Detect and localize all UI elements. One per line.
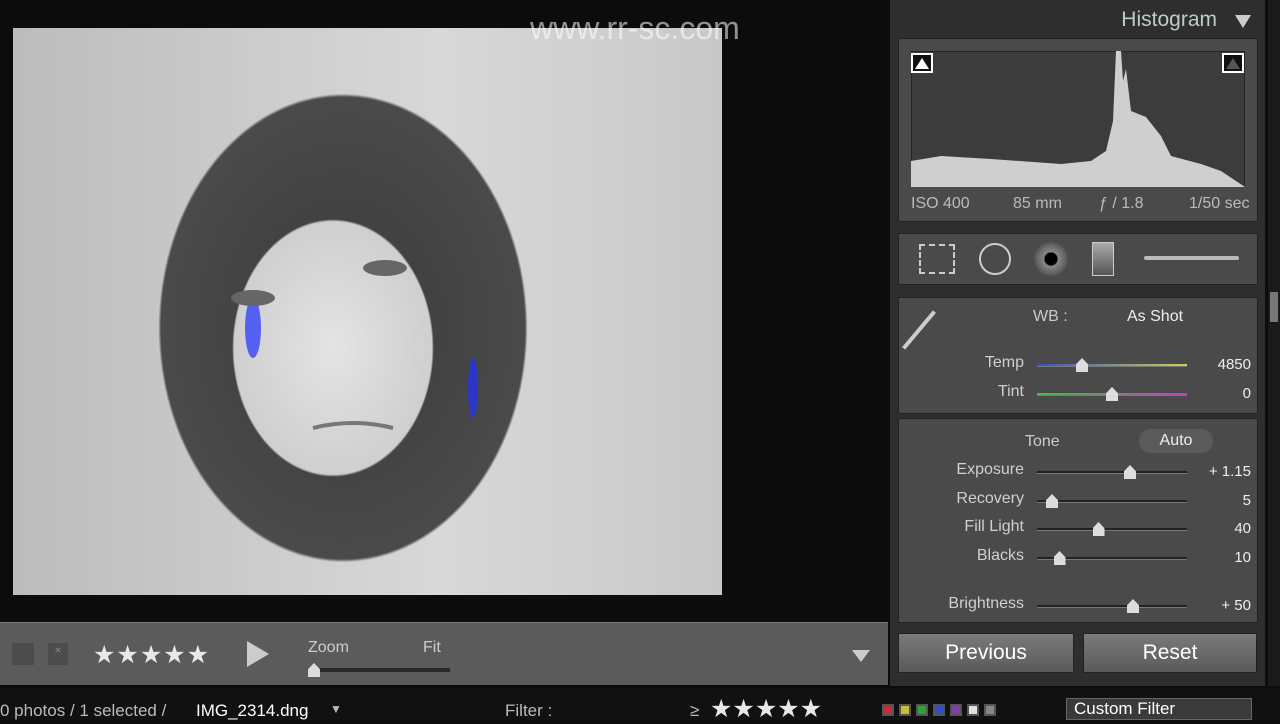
watermark-url: www.rr-sc.com [530,10,740,46]
fill-light-label: Fill Light [964,518,1024,535]
filename[interactable]: IMG_2314.dng [196,701,308,721]
reset-button[interactable]: Reset [1083,633,1257,673]
color-label-filter[interactable] [916,704,928,716]
filmstrip-bar: 0 photos / 1 selected / IMG_2314.dng ▼ F… [0,688,1280,723]
loupe-toolbar: × ★★★★★ Zoom Fit [0,622,888,685]
custom-filter-select[interactable]: Custom Filter [1066,698,1252,720]
recovery-slider[interactable] [1037,494,1187,508]
auto-tone-button[interactable]: Auto [1139,429,1213,453]
tool-strip [898,233,1258,285]
collapse-triangle-icon[interactable] [1235,15,1251,28]
play-slideshow-icon[interactable] [247,641,269,667]
tone-label: Tone [1025,433,1060,450]
tint-slider-thumb[interactable] [1106,387,1118,401]
color-label-filter[interactable] [967,704,979,716]
temp-label: Temp [984,354,1024,371]
blacks-value[interactable]: 10 [1181,549,1251,566]
histogram-title[interactable]: Histogram [1121,8,1217,32]
brightness-slider[interactable] [1037,599,1187,613]
photo-preview[interactable] [13,28,722,595]
recovery-label: Recovery [956,490,1024,507]
focal-length-info: 85 mm [1013,195,1062,212]
adjustment-brush-icon[interactable] [1144,256,1239,260]
exposure-slider[interactable] [1037,465,1187,479]
blacks-label: Blacks [976,547,1024,564]
previous-button[interactable]: Previous [898,633,1074,673]
develop-right-panel: Histogram ISO 400 85 mm ƒ / 1.8 1/50 sec… [890,0,1265,686]
color-label-filter[interactable] [984,704,996,716]
fill-light-value[interactable]: 40 [1181,520,1251,537]
portrait-image [231,260,478,430]
crop-overlay-icon[interactable] [919,244,955,274]
tone-section: Tone Auto Exposure + 1.15 Recovery 5 Fil… [898,418,1258,623]
graduated-filter-icon[interactable] [1092,242,1114,276]
brightness-slider-thumb[interactable] [1127,599,1139,613]
reject-flag-icon[interactable]: × [48,643,68,665]
blacks-slider[interactable] [1037,551,1187,565]
color-label-filter[interactable] [933,704,945,716]
toolbar-menu-chevron-icon[interactable] [852,650,870,662]
tint-slider[interactable] [1037,387,1187,401]
white-balance-section: WB : As Shot Temp 4850 Tint 0 [898,297,1258,414]
exposure-label: Exposure [956,461,1024,478]
histogram-graph[interactable] [911,51,1245,187]
wb-select[interactable]: As Shot [1127,308,1183,326]
color-label-filter[interactable] [899,704,911,716]
exposure-slider-thumb[interactable] [1124,465,1136,479]
aperture-info: ƒ / 1.8 [1099,195,1144,212]
brightness-label: Brightness [948,595,1024,612]
fit-label: Fit [423,639,441,656]
temp-slider-thumb[interactable] [1076,358,1088,372]
color-label-filter[interactable] [950,704,962,716]
rating-stars[interactable]: ★★★★★ [93,640,210,670]
fill-light-slider[interactable] [1037,522,1187,536]
color-label-filters [882,704,996,716]
flag-icon[interactable] [12,643,34,665]
tint-value[interactable]: 0 [1181,385,1251,402]
temp-slider[interactable] [1037,358,1187,372]
wb-eyedropper-icon[interactable] [902,310,936,350]
zoom-label: Zoom [308,639,349,656]
spot-removal-icon[interactable] [979,243,1011,275]
recovery-slider-thumb[interactable] [1046,494,1058,508]
exposure-value[interactable]: + 1.15 [1181,463,1251,480]
brightness-value[interactable]: + 50 [1181,597,1251,614]
zoom-slider[interactable] [308,663,450,677]
filename-dropdown-icon[interactable]: ▼ [330,702,342,716]
fill-slider-thumb[interactable] [1092,522,1105,536]
color-label-filter[interactable] [882,704,894,716]
shutter-info: 1/50 sec [1189,195,1250,212]
filter-label: Filter : [505,701,553,720]
wb-label: WB : [1033,308,1068,325]
recovery-value[interactable]: 5 [1181,492,1251,509]
red-eye-icon[interactable] [1034,242,1068,276]
tint-label: Tint [997,383,1024,400]
panel-scrollbar[interactable] [1268,0,1280,686]
rating-gte[interactable]: ≥ [690,701,699,721]
photo-count: 0 photos / 1 selected / [0,701,167,720]
blacks-slider-thumb[interactable] [1053,551,1066,565]
iso-info: ISO 400 [911,195,970,212]
histogram-panel: ISO 400 85 mm ƒ / 1.8 1/50 sec [898,38,1258,222]
temp-value[interactable]: 4850 [1181,356,1251,373]
